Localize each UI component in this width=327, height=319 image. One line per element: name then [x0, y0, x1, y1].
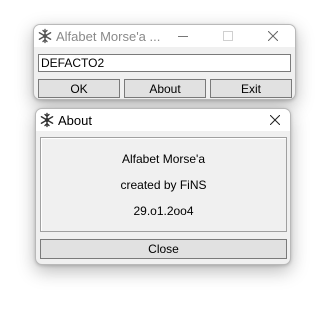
about-dialog: About Alfabet Morse'a created by FiNS 29…: [35, 108, 291, 265]
ok-button[interactable]: OK: [38, 79, 120, 98]
main-window-titlebar[interactable]: Alfabet Morse'a ...: [34, 25, 295, 47]
about-dialog-title: About: [58, 113, 92, 128]
minimize-button[interactable]: [160, 25, 205, 47]
snowflake-icon: [39, 112, 55, 128]
about-app-name: Alfabet Morse'a: [122, 152, 205, 166]
main-window-title: Alfabet Morse'a ...: [56, 29, 161, 44]
about-info-panel: Alfabet Morse'a created by FiNS 29.o1.2o…: [40, 137, 287, 232]
snowflake-icon: [37, 28, 53, 44]
close-icon: [269, 115, 280, 125]
maximize-button[interactable]: [205, 25, 250, 47]
minimize-icon: [177, 36, 188, 37]
morse-text-input[interactable]: [38, 54, 291, 72]
close-button[interactable]: [250, 25, 295, 47]
about-button[interactable]: About: [124, 79, 206, 98]
about-date: 29.o1.2oo4: [133, 204, 194, 218]
main-window: Alfabet Morse'a ... OK About Exit: [33, 24, 296, 100]
about-author: created by FiNS: [120, 178, 207, 192]
about-dialog-titlebar[interactable]: About: [36, 109, 290, 131]
about-button-label: About: [149, 81, 181, 96]
about-dialog-close-button[interactable]: Close: [40, 239, 287, 259]
close-icon: [267, 31, 278, 41]
about-dialog-close-label: Close: [148, 242, 179, 256]
exit-button-label: Exit: [240, 81, 261, 96]
maximize-icon: [222, 31, 233, 41]
exit-button[interactable]: Exit: [210, 79, 292, 98]
about-close-button[interactable]: [252, 109, 290, 131]
ok-button-label: OK: [70, 81, 88, 96]
